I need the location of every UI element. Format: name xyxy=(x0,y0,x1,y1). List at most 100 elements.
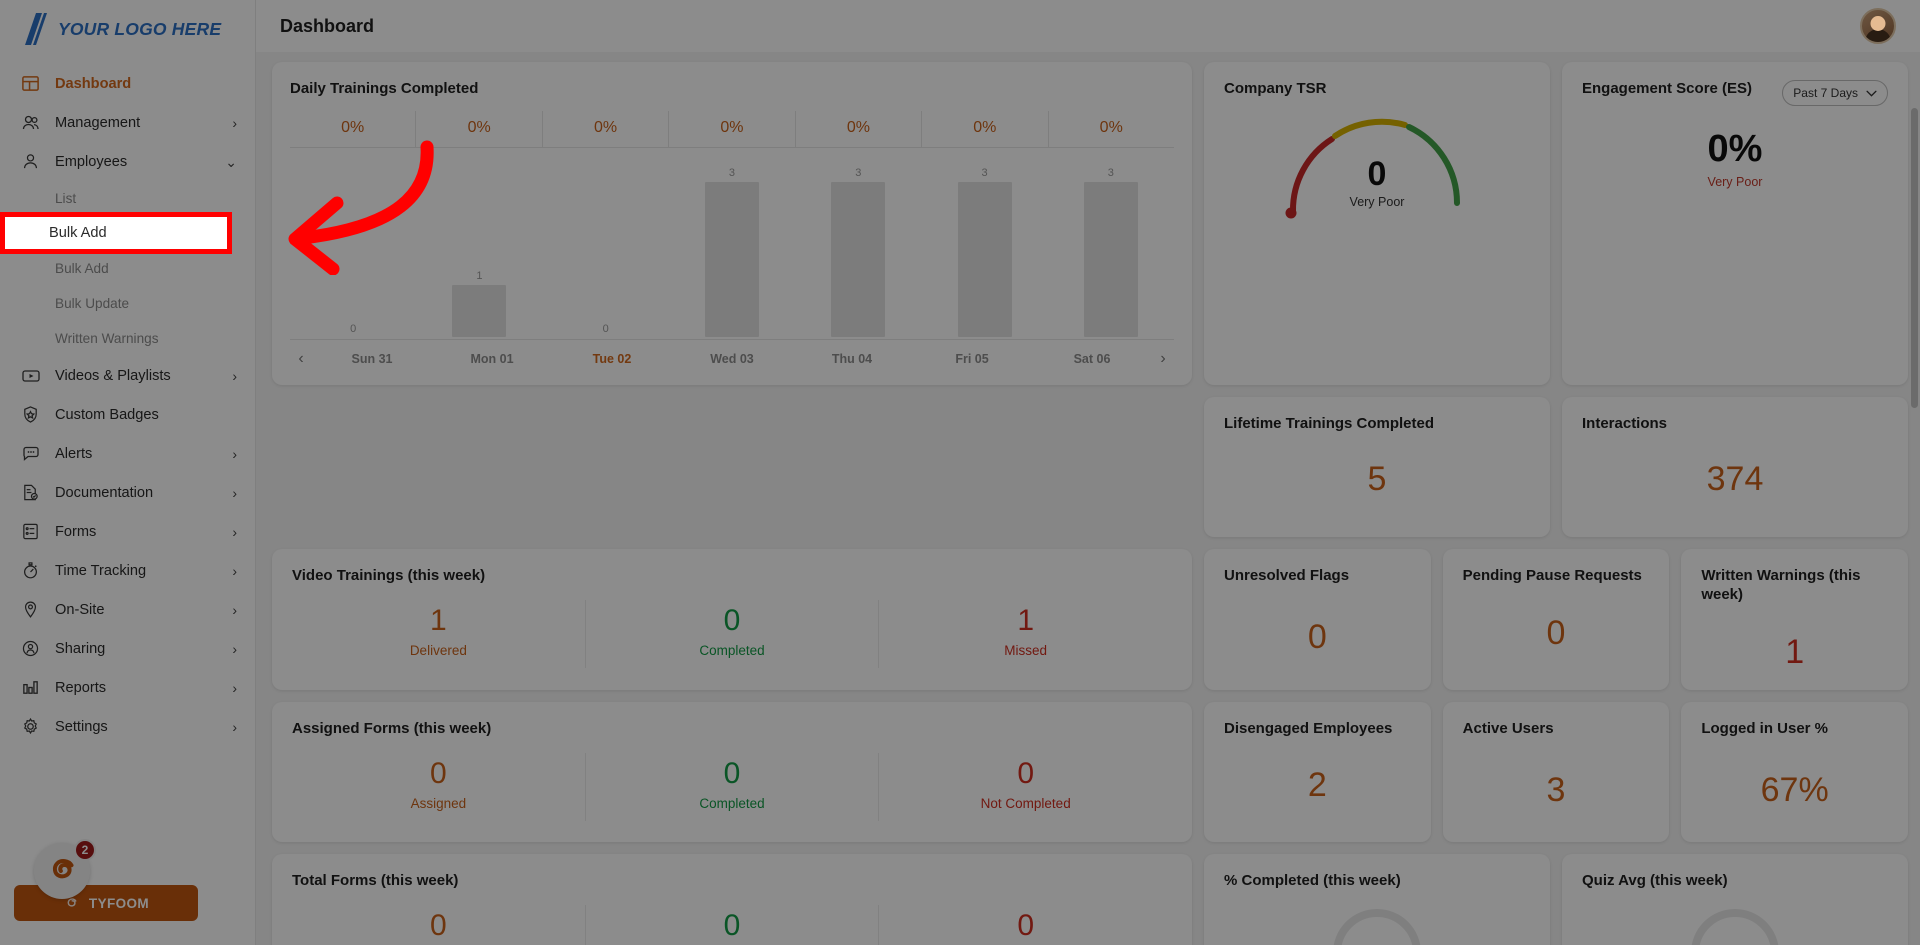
day-label: Sat 06 xyxy=(1073,351,1111,366)
person-icon xyxy=(20,151,41,172)
forms-list-icon xyxy=(20,521,41,542)
donut-chart-icon: 0% xyxy=(1333,908,1421,945)
company-tsr-card: Company TSR 0 Very Poor xyxy=(1204,62,1550,385)
bar-column: 0 xyxy=(543,152,669,337)
segment: 0 xyxy=(584,904,879,945)
sidebar-item-dashboard[interactable]: Dashboard xyxy=(0,64,255,103)
chevron-right-icon: › xyxy=(232,640,237,657)
total-forms-segments: 0 0 0 xyxy=(292,904,1172,945)
unresolved-flags-card: Unresolved Flags 0 xyxy=(1204,549,1431,690)
vertical-scrollbar[interactable] xyxy=(1911,108,1918,408)
sidebar-item-label: Custom Badges xyxy=(55,406,159,423)
segment-value: 0 xyxy=(1017,756,1035,790)
sidebar-item-forms[interactable]: Forms › xyxy=(0,512,255,551)
sidebar-item-reports[interactable]: Reports › xyxy=(0,668,255,707)
disengaged-employees-card: Disengaged Employees 2 xyxy=(1204,701,1431,842)
chevron-right-icon: › xyxy=(232,601,237,618)
segment: 1 Missed xyxy=(878,600,1172,668)
bulk-add-highlight[interactable]: Bulk Add xyxy=(0,212,232,254)
logo-mark-icon xyxy=(25,13,47,45)
sidebar-subitem-bulk-add[interactable]: Bulk Add xyxy=(0,251,255,286)
day-label: Mon 01 xyxy=(470,351,514,366)
sidebar-item-label: Forms xyxy=(55,523,97,540)
pending-pause-requests-card: Pending Pause Requests 0 xyxy=(1442,549,1670,690)
bar-rect xyxy=(957,182,1012,337)
sidebar-item-label: On-Site xyxy=(55,601,105,618)
chevron-left-icon[interactable]: ‹ xyxy=(290,350,312,368)
chevron-right-icon: › xyxy=(232,367,237,384)
chevron-down-icon xyxy=(1866,90,1877,97)
interactions-card: Interactions 374 xyxy=(1562,397,1908,537)
card-title: Pending Pause Requests xyxy=(1462,567,1642,584)
segment-label: Completed xyxy=(699,643,765,658)
video-trainings-card: Video Trainings (this week) 1 Delivered … xyxy=(272,549,1192,690)
written-warnings-value: 1 xyxy=(1785,632,1805,671)
avatar[interactable] xyxy=(1860,8,1896,44)
written-warnings-card: Written Warnings (this week) 1 xyxy=(1681,549,1908,690)
sidebar-subitem-bulk-update[interactable]: Bulk Update xyxy=(0,286,255,321)
donut-chart-icon: 0% xyxy=(1691,908,1779,945)
card-title: Engagement Score (ES) xyxy=(1582,80,1753,97)
segment-label: Missed xyxy=(1004,643,1048,658)
sidebar-item-label: Employees xyxy=(55,153,128,170)
sidebar-item-management[interactable]: Management › xyxy=(0,103,255,142)
logo[interactable]: YOUR LOGO HERE xyxy=(0,0,255,58)
sidebar-item-settings[interactable]: Settings › xyxy=(0,707,255,746)
card-title: Total Forms (this week) xyxy=(292,871,459,889)
percent-cell: 0% xyxy=(794,111,921,147)
logged-in-user-pct-value: 67% xyxy=(1760,770,1829,809)
sidebar-item-on-site[interactable]: On-Site › xyxy=(0,590,255,629)
top-header: Dashboard xyxy=(256,0,1920,52)
interactions-value: 374 xyxy=(1706,460,1764,498)
bar-column: 3 xyxy=(669,152,795,337)
logged-in-user-pct-card: Logged in User % 67% xyxy=(1681,701,1908,842)
disengaged-employees-value: 2 xyxy=(1307,766,1327,805)
logo-text: YOUR LOGO HERE xyxy=(58,18,222,39)
chevron-right-icon: › xyxy=(232,484,237,501)
bar-value-label: 3 xyxy=(728,167,736,179)
segment: 0 Completed xyxy=(584,752,879,821)
video-trainings-segments: 1 Delivered 0 Completed 1 Missed xyxy=(292,600,1172,668)
sidebar-subitem-written-warnings[interactable]: Written Warnings xyxy=(0,321,255,356)
sidebar-item-label: Videos & Playlists xyxy=(55,367,171,384)
segment: 0 Completed xyxy=(584,600,879,668)
day-label: Wed 03 xyxy=(710,351,754,366)
main-content: Daily Trainings Completed 0% 0% 0% 0% 0%… xyxy=(256,52,1920,945)
card-title: Lifetime Trainings Completed xyxy=(1224,415,1435,432)
day-label-today: Tue 02 xyxy=(592,351,632,366)
engagement-range-dropdown[interactable]: Past 7 Days xyxy=(1782,80,1888,106)
sidebar: YOUR LOGO HERE Dashboard Management › Em… xyxy=(0,0,256,945)
page-title: Dashboard xyxy=(280,15,375,36)
chevron-right-icon: › xyxy=(232,679,237,696)
chevron-right-icon: › xyxy=(232,114,237,131)
tyfoom-footer: 2 TYFOOM xyxy=(14,839,198,921)
sidebar-item-videos-playlists[interactable]: Videos & Playlists › xyxy=(0,356,255,395)
sidebar-item-employees[interactable]: Employees ⌄ xyxy=(0,142,255,181)
chevron-right-icon: › xyxy=(232,562,237,579)
sidebar-item-time-tracking[interactable]: Time Tracking › xyxy=(0,551,255,590)
sidebar-item-alerts[interactable]: Alerts › xyxy=(0,434,255,473)
sidebar-item-documentation[interactable]: Documentation › xyxy=(0,473,255,512)
pct-completed-donut: 0% xyxy=(1224,905,1530,945)
segment: 0 Not Completed xyxy=(878,752,1172,821)
sidebar-subitem-list[interactable]: List xyxy=(0,181,255,216)
segment: 0 Assigned xyxy=(292,753,585,821)
percent-cell: 0% xyxy=(668,111,794,147)
unresolved-flags-value: 0 xyxy=(1307,618,1327,656)
small-cards-row-1: Unresolved Flags 0 Pending Pause Request… xyxy=(1204,549,1908,690)
day-label: Sun 31 xyxy=(351,351,393,366)
card-title: Interactions xyxy=(1582,415,1668,432)
tyfoom-swirl-icon[interactable]: 2 xyxy=(34,839,96,899)
map-pin-icon xyxy=(20,599,41,620)
sidebar-item-custom-badges[interactable]: Custom Badges xyxy=(0,395,255,434)
bar-column: 3 xyxy=(1048,152,1174,337)
card-title: Unresolved Flags xyxy=(1224,567,1350,584)
sidebar-item-sharing[interactable]: Sharing › xyxy=(0,629,255,668)
segment: 0 xyxy=(878,904,1172,945)
percent-cell: 0% xyxy=(541,111,668,147)
sidebar-item-label: Sharing xyxy=(55,640,106,657)
gear-icon xyxy=(20,716,41,737)
bar-value-label: 3 xyxy=(981,167,988,179)
chevron-right-icon[interactable]: › xyxy=(1152,350,1174,368)
app-root: YOUR LOGO HERE Dashboard Management › Em… xyxy=(0,0,1920,945)
